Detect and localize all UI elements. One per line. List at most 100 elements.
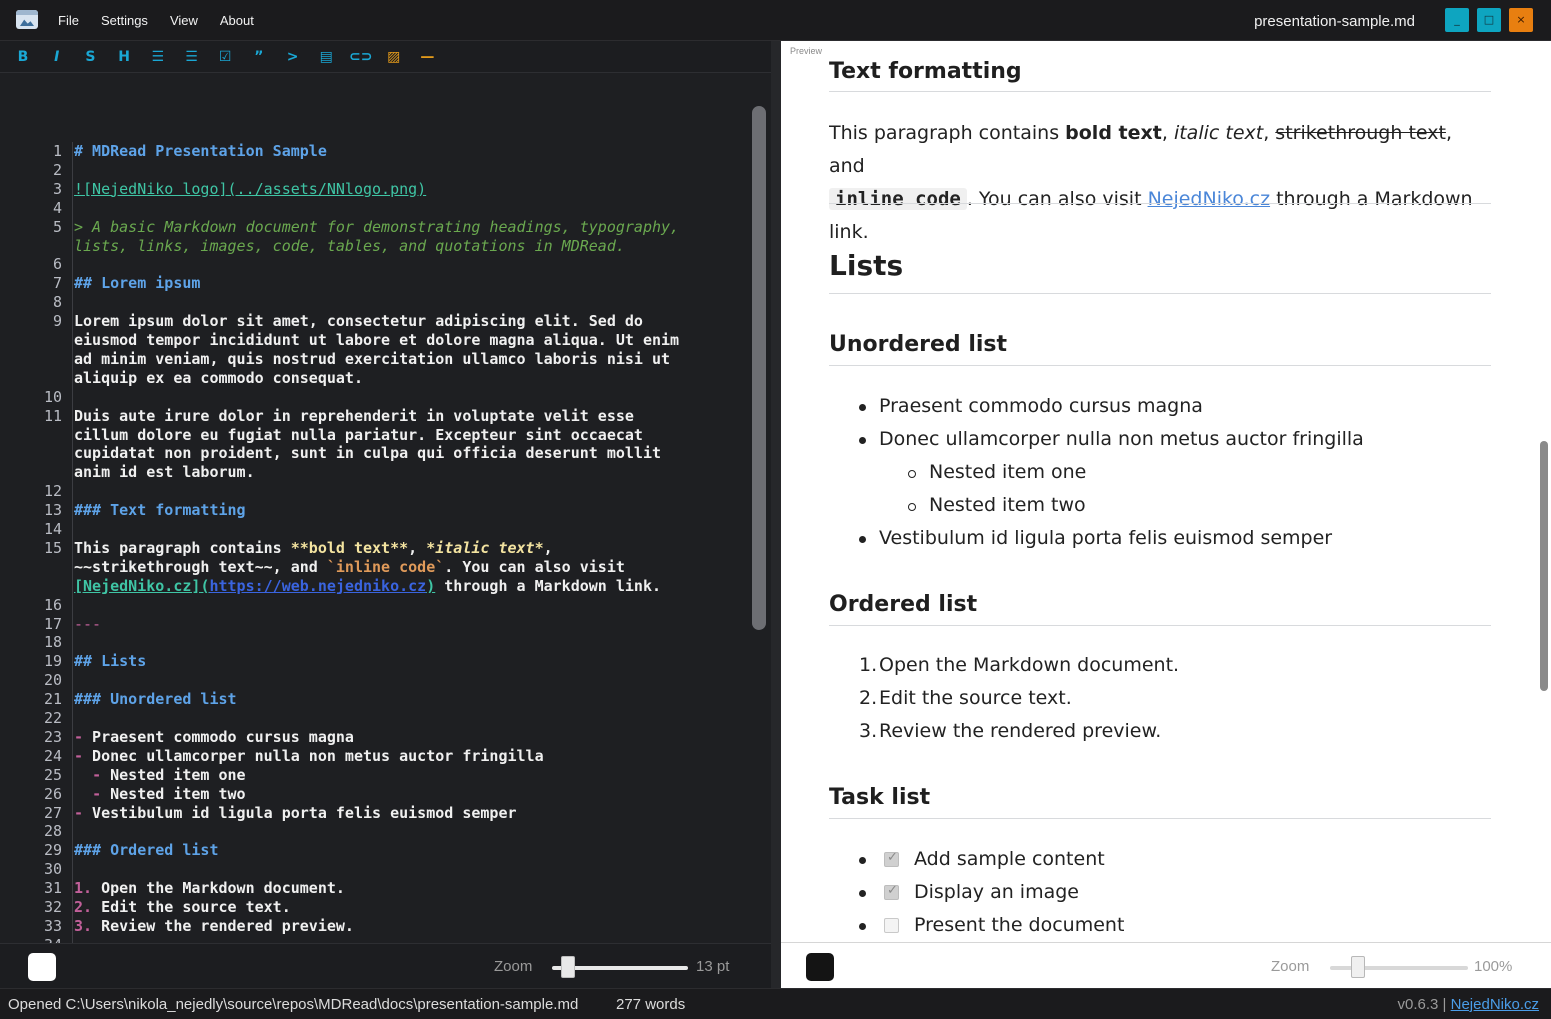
inline-code: inline code bbox=[829, 188, 967, 210]
strikethrough-text: strikethrough text bbox=[1275, 122, 1446, 144]
editor-zoom-value: 13 pt bbox=[696, 958, 730, 975]
code-line: cupidatat non proident, sunt in culpa qu… bbox=[74, 444, 661, 463]
line-number: 30 bbox=[43, 860, 62, 879]
code-line: Duis aute irure dolor in reprehenderit i… bbox=[74, 406, 634, 425]
menu-about[interactable]: About bbox=[220, 13, 254, 28]
code-line: ~~strikethrough text~~, and `inline code… bbox=[74, 557, 625, 576]
pane-splitter[interactable] bbox=[771, 41, 781, 988]
preview-zoom-thumb[interactable] bbox=[1350, 956, 1365, 978]
preview-heading-unordered: Unordered list bbox=[829, 332, 1008, 357]
line-number: 32 bbox=[43, 898, 62, 916]
line-number: 11 bbox=[43, 406, 62, 425]
task-label: Display an image bbox=[914, 881, 1079, 903]
code-line: This paragraph contains **bold text**, *… bbox=[74, 538, 553, 557]
heading-rule bbox=[829, 365, 1491, 366]
line-number: 13 bbox=[43, 501, 62, 520]
table-icon[interactable]: ▤ bbox=[315, 47, 337, 67]
code-line: 3. Review the rendered preview. bbox=[74, 916, 354, 935]
preview-heading-lists: Lists bbox=[829, 249, 904, 282]
line-number: 10 bbox=[43, 387, 62, 406]
code-line: - Nested item two bbox=[92, 784, 246, 803]
line-number: 26 bbox=[43, 784, 62, 803]
code-line: anim id est laborum. bbox=[74, 463, 255, 482]
code-icon[interactable]: > bbox=[282, 47, 304, 67]
preview-heading-ordered: Ordered list bbox=[829, 592, 978, 617]
list-item: Nested item two bbox=[929, 494, 1086, 516]
line-number: 29 bbox=[43, 841, 62, 860]
window-title: presentation-sample.md bbox=[1254, 13, 1415, 30]
paragraph-text: , bbox=[1161, 122, 1174, 144]
bullet-icon bbox=[859, 890, 866, 897]
heading-icon[interactable]: H bbox=[113, 47, 135, 67]
close-button[interactable]: × bbox=[1509, 8, 1533, 32]
italic-text: italic text bbox=[1173, 122, 1264, 144]
task-checkbox[interactable] bbox=[884, 850, 899, 867]
bold-icon[interactable]: B bbox=[12, 47, 34, 67]
line-number: 16 bbox=[43, 595, 62, 614]
list-number: 1. bbox=[859, 654, 878, 676]
unordered-list-icon[interactable]: ☰ bbox=[147, 47, 169, 67]
task-checkbox[interactable] bbox=[884, 918, 899, 933]
menu-file[interactable]: File bbox=[58, 13, 79, 28]
list-number: 2. bbox=[859, 687, 878, 709]
line-number: 25 bbox=[43, 765, 62, 784]
task-label: Add sample content bbox=[914, 848, 1105, 870]
menu-bar: File Settings View About bbox=[58, 0, 276, 41]
status-opened-file: Opened C:\Users\nikola_nejedly\source\re… bbox=[8, 996, 579, 1013]
line-number: 24 bbox=[43, 746, 62, 765]
line-number: 22 bbox=[43, 709, 62, 727]
list-item: Nested item one bbox=[929, 461, 1087, 483]
app-logo-icon bbox=[16, 10, 38, 29]
line-number: 4 bbox=[52, 198, 62, 217]
code-line: - Donec ullamcorper nulla non metus auct… bbox=[74, 746, 544, 765]
image-icon[interactable]: ▨ bbox=[383, 47, 405, 67]
code-line: --- bbox=[74, 614, 102, 633]
paragraph-text: This paragraph contains bbox=[829, 122, 1066, 144]
line-number: 5 bbox=[52, 217, 62, 236]
italic-icon[interactable]: I bbox=[46, 47, 68, 67]
code-line: ## Lorem ipsum bbox=[74, 274, 201, 293]
task-list-icon[interactable]: ☑ bbox=[214, 47, 236, 67]
preview-scrollbar[interactable] bbox=[1540, 441, 1548, 691]
preview-theme-swatch[interactable] bbox=[806, 953, 834, 981]
status-bar: Opened C:\Users\nikola_nejedly\source\re… bbox=[0, 988, 1551, 1019]
line-number: 15 bbox=[43, 538, 62, 557]
horizontal-rule-icon[interactable]: — bbox=[416, 47, 438, 67]
preview-zoom-label: Zoom bbox=[1271, 958, 1310, 975]
list-item: Praesent commodo cursus magna bbox=[879, 395, 1203, 417]
strikethrough-icon[interactable]: S bbox=[79, 47, 101, 67]
heading-rule bbox=[829, 625, 1491, 626]
code-line: ad minim veniam, quis nostrud exercitati… bbox=[74, 349, 671, 368]
editor-scrollbar[interactable] bbox=[752, 106, 766, 630]
nejedniko-link[interactable]: NejedNiko.cz bbox=[1148, 188, 1271, 210]
website-link[interactable]: NejedNiko.cz bbox=[1451, 996, 1539, 1013]
code-line: ### Ordered list bbox=[74, 841, 219, 860]
code-line: 2. Edit the source text. bbox=[74, 898, 291, 916]
code-line: ### Text formatting bbox=[74, 501, 246, 520]
code-line: aliquip ex ea commodo consequat. bbox=[74, 368, 363, 387]
nested-bullet-icon bbox=[908, 503, 916, 511]
line-number: 2 bbox=[52, 160, 62, 179]
quote-icon[interactable]: ” bbox=[248, 47, 270, 67]
code-line: [NejedNiko.cz](https://web.nejedniko.cz)… bbox=[74, 576, 662, 595]
markdown-editor[interactable]: 1 # MDRead Presentation Sample 2 3 ![NejedNi… bbox=[0, 73, 771, 943]
maximize-button[interactable]: □ bbox=[1477, 8, 1501, 32]
task-checkbox[interactable] bbox=[884, 883, 899, 900]
formatting-toolbar: B I S H ☰ ☰ ☑ ” > ▤ ⊂⊃ ▨ — bbox=[0, 41, 771, 73]
version-text: v0.6.3 | bbox=[1397, 996, 1451, 1013]
line-number: 23 bbox=[43, 727, 62, 746]
menu-settings[interactable]: Settings bbox=[101, 13, 148, 28]
preview-label: Preview bbox=[790, 46, 823, 56]
code-line: cillum dolore eu fugiat nulla pariatur. … bbox=[74, 425, 643, 444]
editor-zoom-thumb[interactable] bbox=[561, 956, 576, 978]
list-item: Review the rendered preview. bbox=[879, 720, 1162, 742]
link-icon[interactable]: ⊂⊃ bbox=[349, 47, 372, 67]
menu-view[interactable]: View bbox=[170, 13, 198, 28]
horizontal-rule bbox=[829, 203, 1491, 204]
line-number: 28 bbox=[43, 822, 62, 841]
minimize-button[interactable]: _ bbox=[1445, 8, 1469, 32]
ordered-list-icon[interactable]: ☰ bbox=[181, 47, 203, 67]
editor-theme-swatch[interactable] bbox=[28, 953, 56, 981]
line-number: 6 bbox=[52, 255, 62, 274]
editor-footer: Zoom 13 pt bbox=[0, 943, 771, 988]
